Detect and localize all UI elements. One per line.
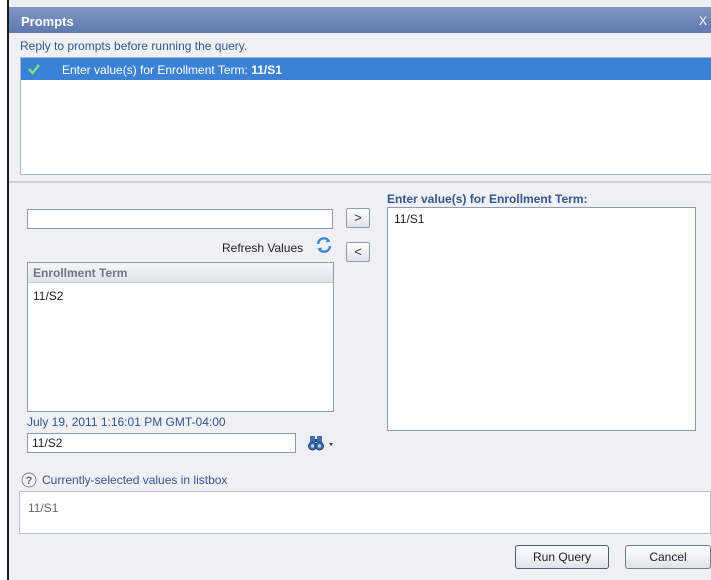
run-query-button[interactable]: Run Query bbox=[515, 545, 609, 569]
section-divider bbox=[9, 181, 711, 183]
list-item[interactable]: 11/S2 bbox=[28, 283, 333, 303]
remove-value-button[interactable]: < bbox=[346, 242, 370, 262]
current-values-box: 11/S1 bbox=[19, 491, 711, 534]
value-input[interactable] bbox=[27, 433, 296, 453]
close-button[interactable]: X bbox=[699, 14, 707, 28]
selected-values-heading: Enter value(s) for Enrollment Term: bbox=[387, 192, 588, 206]
check-icon bbox=[28, 64, 40, 75]
prompt-row-value: 11/S1 bbox=[251, 63, 282, 77]
cancel-button[interactable]: Cancel bbox=[625, 545, 711, 569]
binoculars-icon[interactable] bbox=[305, 433, 335, 453]
list-item[interactable]: 11/S1 bbox=[388, 208, 695, 226]
current-values-label: Currently-selected values in listbox bbox=[42, 473, 228, 487]
instruction-text: Reply to prompts before running the quer… bbox=[20, 39, 248, 53]
refresh-icon[interactable] bbox=[315, 236, 333, 254]
prompt-row-label: Enter value(s) for Enrollment Term: 11/S… bbox=[62, 63, 282, 77]
column-header-enrollment-term[interactable]: Enrollment Term bbox=[28, 263, 333, 283]
refresh-values-link[interactable]: Refresh Values bbox=[222, 241, 303, 255]
title-bar[interactable]: Prompts X bbox=[9, 7, 711, 33]
prompt-row-enrollment-term[interactable]: Enter value(s) for Enrollment Term: 11/S… bbox=[21, 58, 711, 80]
help-icon[interactable]: ? bbox=[21, 472, 37, 488]
prompt-list: Enter value(s) for Enrollment Term: 11/S… bbox=[20, 57, 711, 175]
refresh-timestamp: July 19, 2011 1:16:01 PM GMT-04:00 bbox=[27, 415, 226, 429]
prompts-dialog: Prompts X Reply to prompts before runnin… bbox=[9, 0, 711, 580]
add-value-button[interactable]: > bbox=[346, 208, 370, 228]
search-values-input[interactable] bbox=[27, 209, 333, 229]
svg-text:?: ? bbox=[26, 475, 33, 487]
current-value: 11/S1 bbox=[28, 501, 59, 515]
selected-values-listbox[interactable]: 11/S1 bbox=[387, 207, 696, 431]
dialog-title: Prompts bbox=[21, 14, 74, 29]
available-values-listbox[interactable]: Enrollment Term 11/S2 bbox=[27, 262, 334, 412]
